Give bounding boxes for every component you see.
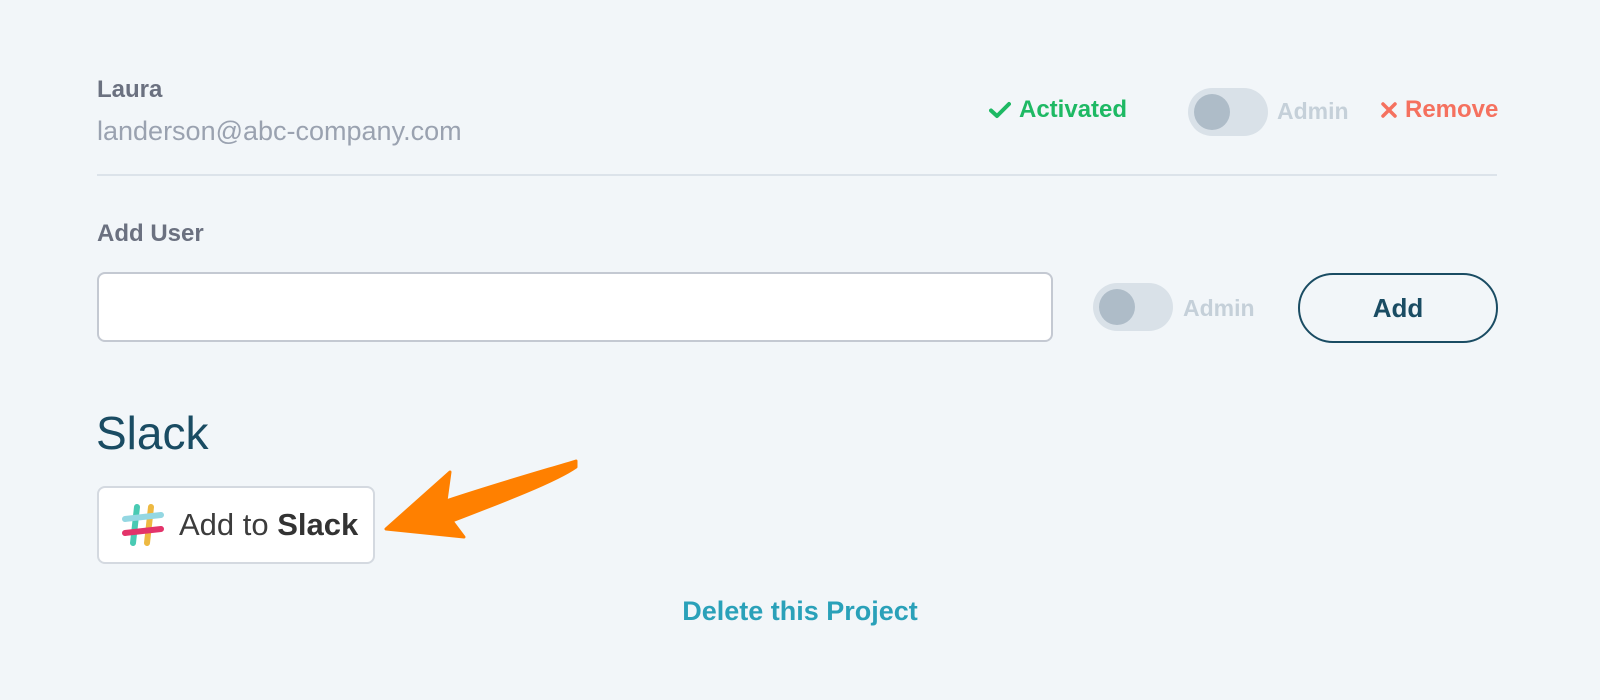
close-icon	[1381, 102, 1397, 118]
slack-heading: Slack	[96, 407, 209, 459]
admin-toggle-label: Admin	[1277, 98, 1349, 124]
toggle-knob	[1099, 289, 1135, 325]
add-to-slack-button[interactable]: Add to Slack	[97, 486, 375, 564]
add-to-slack-prefix: Add to	[179, 507, 278, 542]
add-to-slack-bold: Slack	[277, 507, 359, 542]
check-icon	[989, 102, 1011, 118]
status-label: Activated	[1019, 96, 1128, 123]
toggle-knob	[1194, 94, 1230, 130]
arrow-annotation	[384, 459, 578, 539]
slack-logo-icon	[122, 504, 164, 546]
new-user-admin-toggle[interactable]	[1093, 283, 1173, 331]
project-settings-page: Laura landerson@abc-company.com Activate…	[0, 0, 1600, 700]
user-email: landerson@abc-company.com	[97, 116, 462, 146]
remove-button[interactable]: Remove	[1381, 96, 1498, 124]
new-user-admin-label: Admin	[1183, 295, 1255, 321]
admin-toggle[interactable]	[1188, 88, 1268, 136]
user-name: Laura	[97, 76, 163, 103]
add-user-heading: Add User	[97, 220, 204, 247]
add-user-button[interactable]: Add	[1298, 273, 1498, 343]
user-row: Laura landerson@abc-company.com Activate…	[97, 70, 1498, 176]
add-user-input[interactable]	[97, 272, 1053, 342]
delete-project-link[interactable]: Delete this Project	[0, 596, 1600, 627]
status-badge: Activated	[989, 96, 1127, 124]
add-to-slack-label: Add to Slack	[179, 507, 358, 543]
remove-label: Remove	[1405, 96, 1499, 123]
